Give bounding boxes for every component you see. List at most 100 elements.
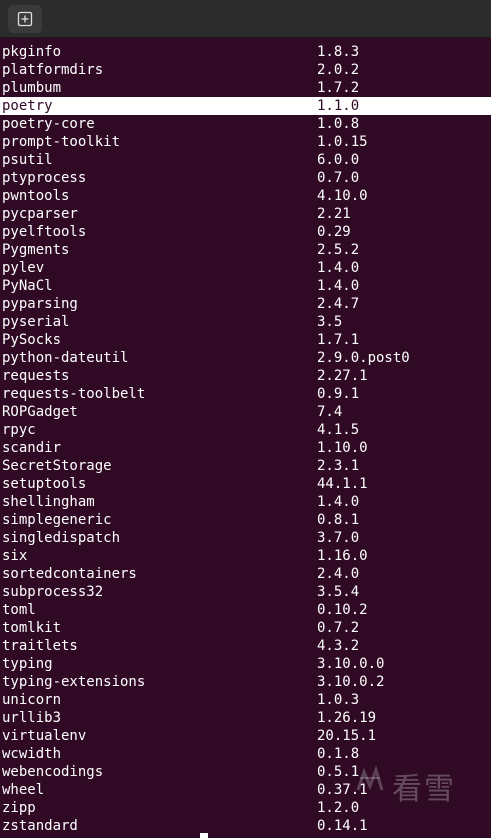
package-row: pkginfo 1.8.3 — [0, 43, 491, 61]
package-version: 0.9.1 — [317, 386, 360, 402]
package-row: ROPGadget 7.4 — [0, 403, 491, 421]
package-name: prompt-toolkit — [2, 134, 121, 150]
package-version: 3.5.4 — [317, 584, 360, 600]
package-row: pyelftools 0.29 — [0, 223, 491, 241]
package-name: pyelftools — [2, 224, 87, 240]
package-version: 2.27.1 — [317, 368, 368, 384]
package-list: pkginfo 1.8.3 platformdirs 2.0.2 plumbum 1.7.… — [0, 43, 491, 835]
package-name: requests — [2, 368, 70, 384]
terminal-titlebar — [0, 0, 491, 38]
package-name: six — [2, 548, 28, 564]
package-name: wheel — [2, 782, 45, 798]
package-row: poetry-core 1.0.8 — [0, 115, 491, 133]
package-version: 4.10.0 — [317, 188, 368, 204]
package-name: setuptools — [2, 476, 87, 492]
package-name: unicorn — [2, 692, 62, 708]
package-version: 1.1.0 — [317, 98, 360, 114]
package-version: 4.1.5 — [317, 422, 360, 438]
package-version: 3.10.0.2 — [317, 674, 385, 690]
package-version: 6.0.0 — [317, 152, 360, 168]
package-version: 1.4.0 — [317, 260, 360, 276]
package-name: PySocks — [2, 332, 62, 348]
package-name: poetry-core — [2, 116, 95, 132]
package-name: tomlkit — [2, 620, 62, 636]
package-row: ptyprocess 0.7.0 — [0, 169, 491, 187]
package-name: toml — [2, 602, 36, 618]
package-row: sortedcontainers 2.4.0 — [0, 565, 491, 583]
package-name: ROPGadget — [2, 404, 78, 420]
package-row: platformdirs 2.0.2 — [0, 61, 491, 79]
package-name: sortedcontainers — [2, 566, 137, 582]
package-name: PyNaCl — [2, 278, 53, 294]
new-tab-button[interactable] — [8, 5, 42, 33]
package-version: 1.10.0 — [317, 440, 368, 456]
package-name: simplegeneric — [2, 512, 112, 528]
package-name: traitlets — [2, 638, 78, 654]
package-name: rpyc — [2, 422, 36, 438]
package-version: 3.7.0 — [317, 530, 360, 546]
package-name: plumbum — [2, 80, 62, 96]
package-row: PyNaCl 1.4.0 — [0, 277, 491, 295]
package-version: 2.5.2 — [317, 242, 360, 258]
new-tab-icon — [17, 11, 33, 27]
package-row: traitlets 4.3.2 — [0, 637, 491, 655]
package-name: ptyprocess — [2, 170, 87, 186]
package-row: pwntools 4.10.0 — [0, 187, 491, 205]
package-version: 1.0.3 — [317, 692, 360, 708]
package-version: 0.7.0 — [317, 170, 360, 186]
package-version: 2.0.2 — [317, 62, 360, 78]
package-row: python-dateutil 2.9.0.post0 — [0, 349, 491, 367]
package-row: pycparser 2.21 — [0, 205, 491, 223]
package-version: 1.0.8 — [317, 116, 360, 132]
package-version: 1.0.15 — [317, 134, 368, 150]
package-row: toml 0.10.2 — [0, 601, 491, 619]
package-name: wcwidth — [2, 746, 62, 762]
package-version: 1.8.3 — [317, 44, 360, 60]
package-row: simplegeneric 0.8.1 — [0, 511, 491, 529]
package-row: PySocks 1.7.1 — [0, 331, 491, 349]
package-row: six 1.16.0 — [0, 547, 491, 565]
package-row: SecretStorage 2.3.1 — [0, 457, 491, 475]
watermark-logo-icon — [350, 760, 390, 800]
package-row: pyparsing 2.4.7 — [0, 295, 491, 313]
package-row: scandir 1.10.0 — [0, 439, 491, 457]
package-name: platformdirs — [2, 62, 104, 78]
package-version: 2.3.1 — [317, 458, 360, 474]
package-row: psutil 6.0.0 — [0, 151, 491, 169]
package-version: 2.21 — [317, 206, 351, 222]
package-name: virtualenv — [2, 728, 87, 744]
package-row: setuptools 44.1.1 — [0, 475, 491, 493]
package-row: zstandard 0.14.1 — [0, 817, 491, 835]
package-version: 3.5 — [317, 314, 343, 330]
package-version: 0.29 — [317, 224, 351, 240]
package-name: typing — [2, 656, 53, 672]
package-version: 4.3.2 — [317, 638, 360, 654]
package-row: singledispatch 3.7.0 — [0, 529, 491, 547]
package-version: 20.15.1 — [317, 728, 377, 744]
package-name: SecretStorage — [2, 458, 112, 474]
package-name: Pygments — [2, 242, 70, 258]
package-name: pylev — [2, 260, 45, 276]
package-version: 2.4.0 — [317, 566, 360, 582]
package-version: 1.7.1 — [317, 332, 360, 348]
terminal-output[interactable]: pkginfo 1.8.3 platformdirs 2.0.2 plumbum 1.7.… — [0, 38, 491, 838]
package-name: requests-toolbelt — [2, 386, 146, 402]
package-version: 7.4 — [317, 404, 343, 420]
package-row: shellingham 1.4.0 — [0, 493, 491, 511]
package-row: subprocess32 3.5.4 — [0, 583, 491, 601]
package-version: 1.16.0 — [317, 548, 368, 564]
package-name: pwntools — [2, 188, 70, 204]
package-row: Pygments 2.5.2 — [0, 241, 491, 259]
package-name: zstandard — [2, 818, 78, 834]
package-name: pyserial — [2, 314, 70, 330]
package-version: 0.10.2 — [317, 602, 368, 618]
package-name: python-dateutil — [2, 350, 129, 366]
package-row: prompt-toolkit 1.0.15 — [0, 133, 491, 151]
package-name: shellingham — [2, 494, 95, 510]
package-name: pkginfo — [2, 44, 62, 60]
package-row: pyserial 3.5 — [0, 313, 491, 331]
package-row: wcwidth 0.1.8 — [0, 745, 491, 763]
package-version: 2.9.0.post0 — [317, 350, 410, 366]
package-version: 0.7.2 — [317, 620, 360, 636]
terminal-cursor — [200, 833, 208, 838]
